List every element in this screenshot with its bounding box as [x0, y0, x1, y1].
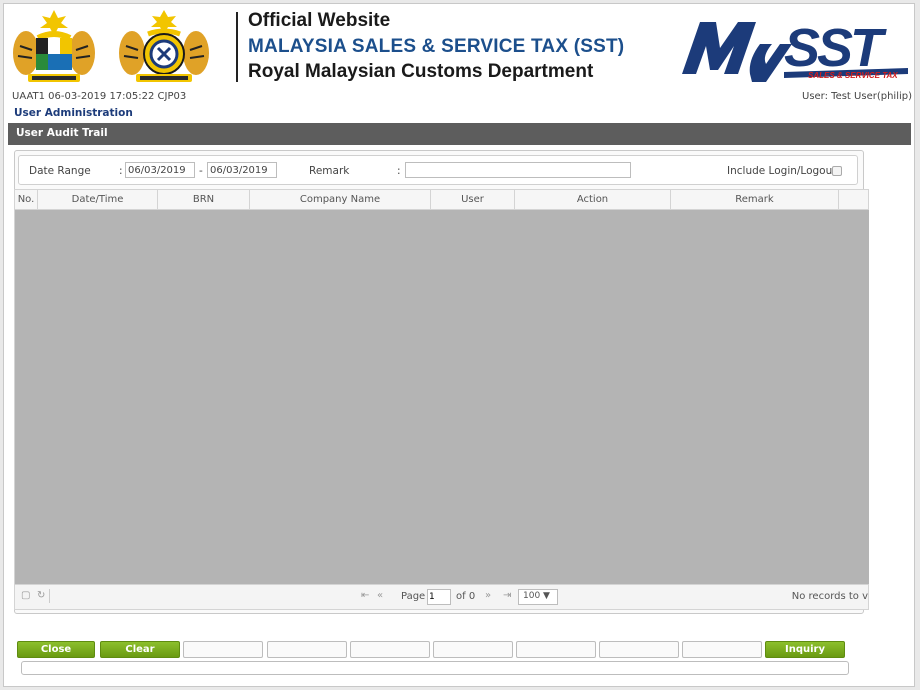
page-count-label: of 0 [456, 591, 476, 602]
logo-tagline: SALES & SERVICE TAX [808, 71, 898, 80]
include-login-label: Include Login/Logout: [727, 165, 840, 177]
date-to-input[interactable] [207, 162, 277, 178]
coat-of-arms-emblem [13, 10, 95, 82]
clear-button[interactable]: Clear [100, 641, 180, 658]
status-bar [21, 661, 849, 675]
colon-separator: : [397, 165, 401, 177]
no-records-message: No records to v [791, 591, 868, 602]
date-from-input[interactable] [125, 162, 195, 178]
svg-text:SST: SST [784, 18, 887, 78]
blank-button[interactable] [433, 641, 513, 658]
column-header-user[interactable]: User [431, 190, 515, 209]
blank-button[interactable] [183, 641, 263, 658]
column-header-action[interactable]: Action [515, 190, 671, 209]
remark-input[interactable] [405, 162, 631, 178]
blank-button[interactable] [682, 641, 762, 658]
session-info: UAAT1 06-03-2019 17:05:22 CJP03 [12, 91, 187, 102]
range-dash: - [199, 165, 203, 177]
previous-page-icon[interactable]: « [377, 590, 383, 601]
include-login-checkbox[interactable] [832, 166, 842, 176]
header-divider [236, 12, 238, 82]
date-range-label: Date Range [29, 165, 91, 177]
filter-row: Date Range : - Remark : Include Login/Lo… [18, 155, 858, 185]
reload-icon[interactable]: ↻ [37, 590, 45, 601]
header-title-official: Official Website [248, 10, 391, 31]
last-page-icon[interactable]: ⇥ [503, 590, 511, 601]
panel-title: User Audit Trail [16, 127, 108, 139]
mysst-logo: SST SALES & SERVICE TAX [682, 18, 908, 82]
header-title-department: Royal Malaysian Customs Department [248, 61, 594, 82]
app-frame: Official Website MALAYSIA SALES & SERVIC… [3, 3, 915, 687]
grid-pager: ▢ ↻ ⇤ « Page of 0 » ⇥ 100 ▼ No records t… [14, 584, 869, 610]
column-header-company[interactable]: Company Name [250, 190, 431, 209]
close-button[interactable]: Close [17, 641, 95, 658]
refresh-doc-icon[interactable]: ▢ [21, 590, 30, 601]
first-page-icon[interactable]: ⇤ [361, 590, 369, 601]
panel-title-bar: User Audit Trail [8, 123, 911, 145]
blank-button[interactable] [350, 641, 430, 658]
customs-emblem [119, 10, 209, 82]
header-title-sst: MALAYSIA SALES & SERVICE TAX (SST) [248, 36, 625, 57]
column-header-remark[interactable]: Remark [671, 190, 839, 209]
section-title: User Administration [14, 107, 133, 119]
current-user: User: Test User(philip) [802, 91, 912, 102]
rows-per-page-select[interactable]: 100 ▼ [518, 589, 558, 605]
column-header-datetime[interactable]: Date/Time [38, 190, 158, 209]
session-info-line: UAAT1 06-03-2019 17:05:22 CJP03 User: Te… [4, 90, 914, 104]
inquiry-button[interactable]: Inquiry [765, 641, 845, 658]
header-banner: Official Website MALAYSIA SALES & SERVIC… [4, 4, 914, 90]
colon-separator: : [119, 165, 123, 177]
page-label: Page [401, 591, 426, 602]
blank-button[interactable] [599, 641, 679, 658]
grid-body-empty [14, 210, 869, 584]
column-header-brn[interactable]: BRN [158, 190, 250, 209]
next-page-icon[interactable]: » [485, 590, 491, 601]
column-header-no[interactable]: No. [15, 190, 38, 209]
blank-button[interactable] [267, 641, 347, 658]
remark-label: Remark [309, 165, 350, 177]
pager-divider [49, 589, 50, 603]
page-number-input[interactable] [427, 589, 451, 605]
blank-button[interactable] [516, 641, 596, 658]
grid-header: No. Date/Time BRN Company Name User Acti… [14, 189, 869, 210]
